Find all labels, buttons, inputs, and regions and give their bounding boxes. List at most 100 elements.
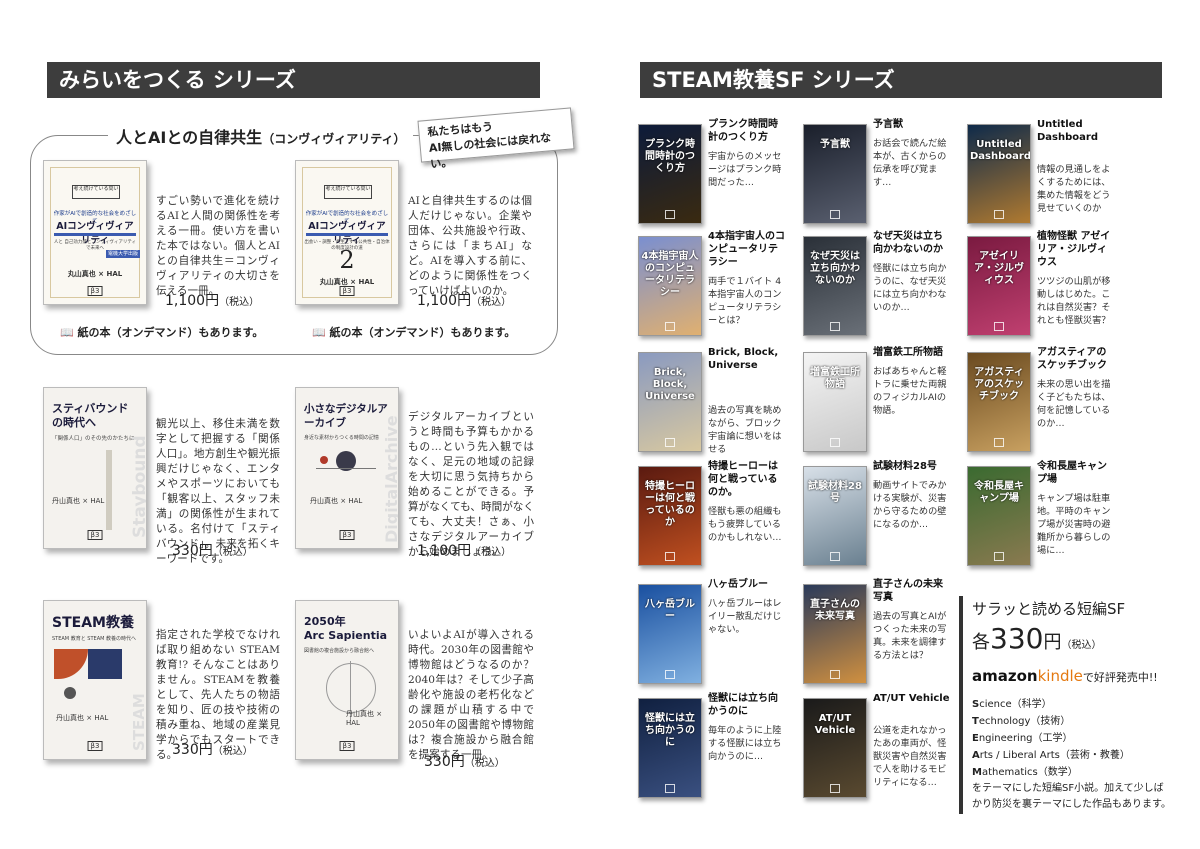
sf-book-title: 植物怪獣 アゼイリア・ジルヴィウス bbox=[1037, 231, 1111, 268]
sf-book-cover-title: プランク時間時計のつくり方 bbox=[645, 139, 695, 174]
sf-book-cover-title: 4本指宇宙人のコンピュータリテラシー bbox=[641, 251, 699, 298]
sf-book-cover[interactable]: Untitled Dashboard bbox=[967, 124, 1031, 224]
book6-price: 330円（税込） bbox=[424, 754, 505, 770]
sf-book-cover[interactable]: Brick, Block, Universe bbox=[638, 352, 702, 452]
promo-headline: サラッと読める短編SF bbox=[972, 600, 1126, 618]
book5-price: 330円（税込） bbox=[172, 742, 253, 758]
sf-book-cover[interactable]: プランク時間時計のつくり方 bbox=[638, 124, 702, 224]
sf-book-description: 両手で１バイト 4本指宇宙人のコンピュータリテラシーとは？ bbox=[708, 276, 782, 326]
sf-book-title: 特撮ヒーローは何と戦っているのか。 bbox=[708, 461, 778, 498]
promo-price: 各330円（税込） bbox=[972, 622, 1102, 655]
sf-book-cover[interactable]: 増富鉄工所物語 bbox=[803, 352, 867, 452]
sf-book-description: 毎年のように上陸する怪獣には立ち向かうのに… bbox=[708, 725, 782, 762]
callout-note: 私たちはもう AI無しの社会には戻れない。 bbox=[417, 107, 575, 171]
publisher-logo bbox=[830, 784, 840, 793]
book1-description: すごい勢いで進化を続けるAIと人間の関係性を考える一冊。使い方を書いた本ではない… bbox=[156, 195, 280, 297]
sf-book-cover[interactable]: 試験材料28号 bbox=[803, 466, 867, 566]
sf-book-title: Untitled Dashboard bbox=[1037, 119, 1098, 143]
sf-book-cover[interactable]: アガスティアのスケッチブック bbox=[967, 352, 1031, 452]
sf-book-cover[interactable]: 4本指宇宙人のコンピュータリテラシー bbox=[638, 236, 702, 336]
book2-paper-note: 📖 紙の本（オンデマンド）もあります。 bbox=[312, 326, 516, 339]
sf-book-cover-title: 八ヶ岳ブルー bbox=[645, 599, 695, 622]
sf-book-description: 過去の写真とAIがつくった未来の写真。未来を調律する方法とは？ bbox=[873, 611, 947, 661]
sf-book-cover-title: 予言獣 bbox=[820, 139, 850, 150]
book-cover-steam-kyoyo[interactable]: STEAM教養 STEAM 教育と STEAM 教養の時代へ STEAM Stu… bbox=[43, 600, 147, 760]
field-science: Science（科学） bbox=[972, 699, 1052, 710]
sf-book-description: ツツジの山肌が移動しはじめた。これは自然災害？それとも怪獣災害？ bbox=[1037, 276, 1111, 326]
sf-book-title: 八ヶ岳ブルー bbox=[708, 579, 768, 590]
publisher-logo bbox=[830, 322, 840, 331]
sf-book-cover-title: 試験材料28号 bbox=[808, 481, 862, 504]
sf-book-cover-title: 直子さんの未来写真 bbox=[810, 599, 860, 622]
steam-field-list: Science（科学） Technology（技術） Engineering（工… bbox=[972, 696, 1130, 781]
left-series-header: みらいをつくる シリーズ bbox=[47, 62, 540, 98]
sf-book-cover[interactable]: 直子さんの未来写真 bbox=[803, 584, 867, 684]
sf-book-cover-title: Untitled Dashboard bbox=[970, 139, 1031, 162]
sf-book-description: 動画サイトでみかける実験が、災害から守るための壁になるのか… bbox=[873, 480, 947, 530]
sf-book-cover[interactable]: アゼイリア・ジルヴィウス bbox=[967, 236, 1031, 336]
sf-book-cover[interactable]: 怪獣には立ち向かうのに bbox=[638, 698, 702, 798]
sf-book-title: 増富鉄工所物語 bbox=[873, 347, 943, 358]
book2-price: 1,100円（税込） bbox=[417, 293, 512, 309]
book-cover-digital-archive[interactable]: 小さなデジタルアーカイブ 身近な素材からつくる時間の記憶 DigitalArch… bbox=[295, 387, 399, 549]
publisher-logo bbox=[665, 552, 675, 561]
book-cover-ai-convivality[interactable]: 考え続けている問い 作家がAIで創造的な社会をめざして AIコンヴィヴィアリティ… bbox=[43, 160, 147, 305]
right-series-header: STEAM教養SF シリーズ bbox=[640, 62, 1162, 98]
sf-book-title: 試験材料28号 bbox=[873, 461, 937, 472]
book4-price: 1,100円（税込） bbox=[417, 543, 512, 559]
publisher-logo bbox=[830, 552, 840, 561]
sf-book-title: アガスティアのスケッチブック bbox=[1037, 347, 1107, 371]
sf-book-cover[interactable]: 八ヶ岳ブルー bbox=[638, 584, 702, 684]
book1-paper-note: 📖 紙の本（オンデマンド）もあります。 bbox=[60, 326, 264, 339]
sf-book-description: 八ヶ岳ブルーはレイリー散乱だけじゃない。 bbox=[708, 598, 782, 635]
kindle-logo: kindle bbox=[1037, 667, 1083, 685]
sf-book-cover-title: AT/UT Vehicle bbox=[814, 713, 856, 736]
promo-footer: をテーマにした短編SF小説。加えて少しばかり防災を裏テーマにした作品もあります。 bbox=[972, 783, 1171, 810]
sf-book-title: AT/UT Vehicle bbox=[873, 693, 950, 704]
sf-book-cover-title: 怪獣には立ち向かうのに bbox=[645, 713, 695, 748]
book-cover-2050-arc-sapientia[interactable]: 2050年 Arc Sapientia 図書館の複合施設から融合館へ 丹山真也 … bbox=[295, 600, 399, 760]
book4-description: デジタルアーカイブというと時間も予算もかかるもの…という先入観ではなく、足元の地… bbox=[408, 411, 534, 558]
publisher-logo bbox=[994, 322, 1004, 331]
sf-book-title: 4本指宇宙人のコンピュータリテラシー bbox=[708, 231, 785, 268]
sf-book-description: 過去の写真を眺めながら、ブロック宇宙論に想いをはせる bbox=[708, 405, 782, 455]
sf-book-description: 怪獣も悪の組織ももう疲弊しているのかもしれない… bbox=[708, 506, 782, 543]
publisher-logo bbox=[994, 438, 1004, 447]
field-technology: Technology（技術） bbox=[972, 716, 1071, 727]
publisher-logo bbox=[994, 552, 1004, 561]
sf-book-title: プランク時間時計のつくり方 bbox=[708, 119, 778, 143]
publisher-logo bbox=[665, 670, 675, 679]
sf-book-cover[interactable]: なぜ天災は立ち向かわないのか bbox=[803, 236, 867, 336]
sf-book-cover[interactable]: 特撮ヒーローは何と戦っているのか bbox=[638, 466, 702, 566]
publisher-logo bbox=[665, 322, 675, 331]
sf-book-cover-title: アゼイリア・ジルヴィウス bbox=[974, 251, 1024, 286]
sf-book-description: お話会で読んだ絵本が、古くからの伝承を呼び覚ます… bbox=[873, 138, 947, 188]
publisher-logo bbox=[830, 210, 840, 219]
group-title-sub: （コンヴィヴィアリティ） bbox=[262, 132, 406, 146]
sf-book-title: 怪獣には立ち向かうのに bbox=[708, 693, 778, 717]
sf-book-description: 未来の思い出を描く子どもたちは、何を記憶しているのか… bbox=[1037, 379, 1111, 429]
sf-book-cover[interactable]: 予言獣 bbox=[803, 124, 867, 224]
sf-book-cover[interactable]: 令和長屋キャンプ場 bbox=[967, 466, 1031, 566]
book6-description: いよいよAIが導入される時代。2030年の図書館や博物館はどうなるのか？2040… bbox=[408, 629, 534, 761]
sf-book-title: 令和長屋キャンプ場 bbox=[1037, 461, 1107, 485]
sf-book-cover-title: 増富鉄工所物語 bbox=[810, 367, 860, 390]
sf-book-description: 情報の見通しをよくするためには、集めた情報をどう見せていくのか bbox=[1037, 164, 1111, 214]
sf-book-cover-title: Brick, Block, Universe bbox=[645, 367, 695, 402]
book2-description: AIと自律共生するのは個人だけじゃない。企業や団体、公共施設や行政、さらには「ま… bbox=[408, 195, 532, 297]
sf-book-description: 怪獣には立ち向かうのに、なぜ天災には立ち向かわないのか… bbox=[873, 263, 947, 313]
sf-book-cover-title: アガスティアのスケッチブック bbox=[974, 367, 1024, 402]
amazon-kindle-line[interactable]: amazonkindleで好評発売中!! bbox=[972, 667, 1158, 685]
publisher-logo bbox=[994, 210, 1004, 219]
sf-book-cover[interactable]: AT/UT Vehicle bbox=[803, 698, 867, 798]
field-engineering: Engineering（工学） bbox=[972, 733, 1073, 744]
publisher-logo bbox=[665, 210, 675, 219]
field-mathematics: Mathematics（数学） bbox=[972, 767, 1078, 778]
sf-book-cover-title: 特撮ヒーローは何と戦っているのか bbox=[645, 481, 695, 528]
book-cover-staybound[interactable]: スティバウンドの時代へ 「関係人口」のその先のかたちに Staybound 丹山… bbox=[43, 387, 147, 549]
group-title: 人とAIとの自律共生（コンヴィヴィアリティ） bbox=[108, 124, 414, 148]
sf-book-cover-title: 令和長屋キャンプ場 bbox=[974, 481, 1024, 504]
sf-book-cover-title: なぜ天災は立ち向かわないのか bbox=[810, 251, 860, 286]
book-cover-ai-convivality-2[interactable]: 考え続けている問い 作家がAIで創造的な社会をめざして AIコンヴィヴィアリティ… bbox=[295, 160, 399, 305]
sf-book-description: おばあちゃんと軽トラに乗せた両親のフィジカルAIの物語。 bbox=[873, 366, 947, 416]
